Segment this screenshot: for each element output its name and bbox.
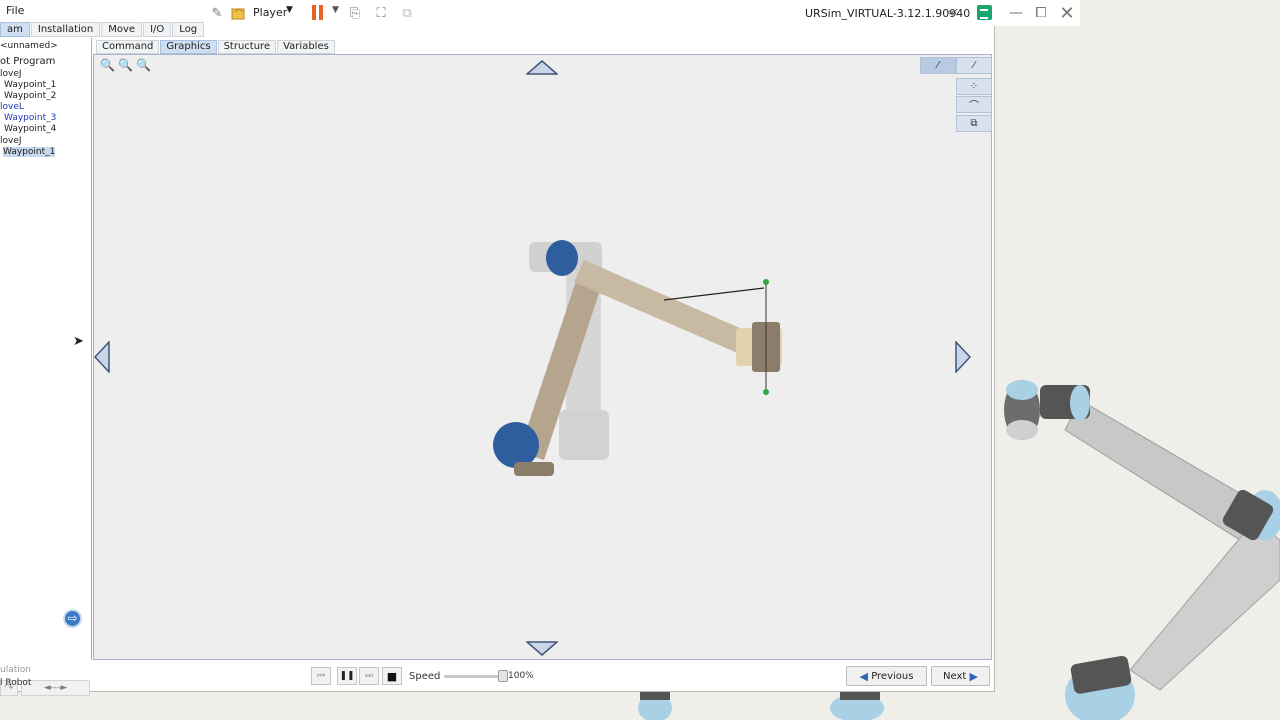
popout-icon[interactable]: ⧉ [398, 4, 416, 22]
rotate-left-arrow[interactable] [94, 341, 110, 373]
tab-command[interactable]: Command [96, 40, 160, 54]
arrow-left-icon: ◀ [859, 669, 868, 683]
tree-item-movej[interactable]: loveJ [0, 136, 22, 146]
close-button[interactable]: ✕ [1056, 3, 1078, 24]
tab-io[interactable]: I/O [143, 22, 172, 37]
arrow-right-icon: ▶ [969, 669, 978, 683]
rotate-down-arrow[interactable] [526, 640, 558, 656]
tree-item-movel[interactable]: loveL [0, 102, 24, 112]
file-menu[interactable]: File [6, 4, 24, 17]
tab-structure[interactable]: Structure [217, 40, 277, 54]
chevron-down-icon[interactable]: ▼ [332, 5, 339, 15]
chevron-down-icon[interactable]: ▼ [286, 5, 293, 15]
tab-program[interactable]: am [0, 22, 30, 37]
tab-graphics[interactable]: Graphics [160, 40, 217, 54]
main-tabs: am Installation Move I/O Log [0, 22, 205, 37]
tree-root-program[interactable]: ot Program [0, 56, 55, 67]
rotate-right-arrow[interactable] [955, 341, 971, 373]
graphics-view[interactable]: 🔍 🔍 🔍 ⁄ ⁄ ⁘ ⌒ ⧉ [93, 54, 992, 660]
tree-item-waypoint[interactable]: Waypoint_2 [4, 91, 56, 101]
notes-icon[interactable] [977, 5, 992, 20]
collapse-icon[interactable]: ≪ [946, 5, 959, 19]
tree-item-movej[interactable]: loveJ [0, 69, 22, 79]
ursim-window: File ✎ Player ▼ ▼ ⎘ ⛶ ⧉ URSim_VIRTUAL-3.… [0, 0, 1080, 696]
view-side-button[interactable]: ⁄ [920, 57, 956, 74]
previous-button[interactable]: ◀ Previous [846, 666, 927, 686]
speed-label: Speed [409, 671, 441, 682]
rotate-up-arrow[interactable] [526, 60, 558, 76]
next-label: Next [943, 670, 967, 682]
pause-button[interactable]: ❚❚ [337, 667, 357, 685]
bottom-robot-fragments [638, 692, 884, 720]
step-forward-button[interactable]: ⏭ [359, 667, 379, 685]
tree-item-waypoint[interactable]: Waypoint_4 [4, 124, 56, 134]
network-icon[interactable]: ⎘ [346, 4, 364, 22]
pause-icon[interactable] [312, 5, 324, 20]
tab-installation[interactable]: Installation [30, 22, 101, 37]
robot-arm [493, 240, 782, 476]
pin-icon[interactable]: ✎ [208, 4, 226, 22]
fullscreen-icon[interactable]: ⛶ [372, 4, 390, 22]
zoom-out-icon[interactable]: 🔍 [118, 58, 133, 73]
speed-slider-handle[interactable] [498, 670, 508, 682]
sub-tabs: Command Graphics Structure Variables [96, 40, 336, 54]
speed-slider-track[interactable] [444, 675, 504, 678]
right-robot-arm [1004, 380, 1280, 720]
show-points-button[interactable]: ⁘ [956, 78, 992, 95]
robot-3d-view [493, 240, 782, 476]
program-file-name: <unnamed> [0, 41, 58, 51]
zoom-in-icon[interactable]: 🔍 [100, 58, 115, 73]
view-front-button[interactable]: ⁄ [956, 57, 992, 74]
minimize-button[interactable]: — [1005, 3, 1027, 23]
bottom-controls: ⏮ ❚❚ ⏭ ■ Speed 100% ◀ Previous Next ▶ [93, 661, 993, 691]
stop-button[interactable]: ■ [382, 667, 402, 685]
tab-move[interactable]: Move [101, 22, 143, 37]
program-tree-panel: <unnamed> ot Program loveJ Waypoint_1 Wa… [0, 38, 92, 696]
tree-item-waypoint-selected[interactable]: Waypoint_1 [3, 147, 56, 157]
maximize-button[interactable]: ⧠ [1030, 3, 1052, 23]
expand-button[interactable]: ⇨ [63, 609, 82, 628]
next-button[interactable]: Next ▶ [931, 666, 990, 686]
skip-start-button[interactable]: ⏮ [311, 667, 331, 685]
robot-label: l Robot [0, 678, 32, 688]
show-shadow-button[interactable]: ⧉ [956, 115, 992, 132]
zoom-reset-icon[interactable]: 🔍 [136, 58, 151, 73]
tree-item-waypoint[interactable]: Waypoint_3 [4, 113, 56, 123]
tab-log[interactable]: Log [172, 22, 205, 37]
speed-value: 100% [508, 671, 534, 681]
mouse-cursor-icon: ➤ [73, 334, 84, 349]
tree-item-waypoint[interactable]: Waypoint_1 [4, 80, 56, 90]
player-label[interactable]: Player [253, 6, 287, 19]
show-path-button[interactable]: ⌒ [956, 96, 992, 113]
simulation-label: ulation [0, 665, 31, 675]
tab-variables[interactable]: Variables [277, 40, 335, 54]
previous-label: Previous [871, 670, 914, 682]
program-icon[interactable] [230, 4, 248, 22]
